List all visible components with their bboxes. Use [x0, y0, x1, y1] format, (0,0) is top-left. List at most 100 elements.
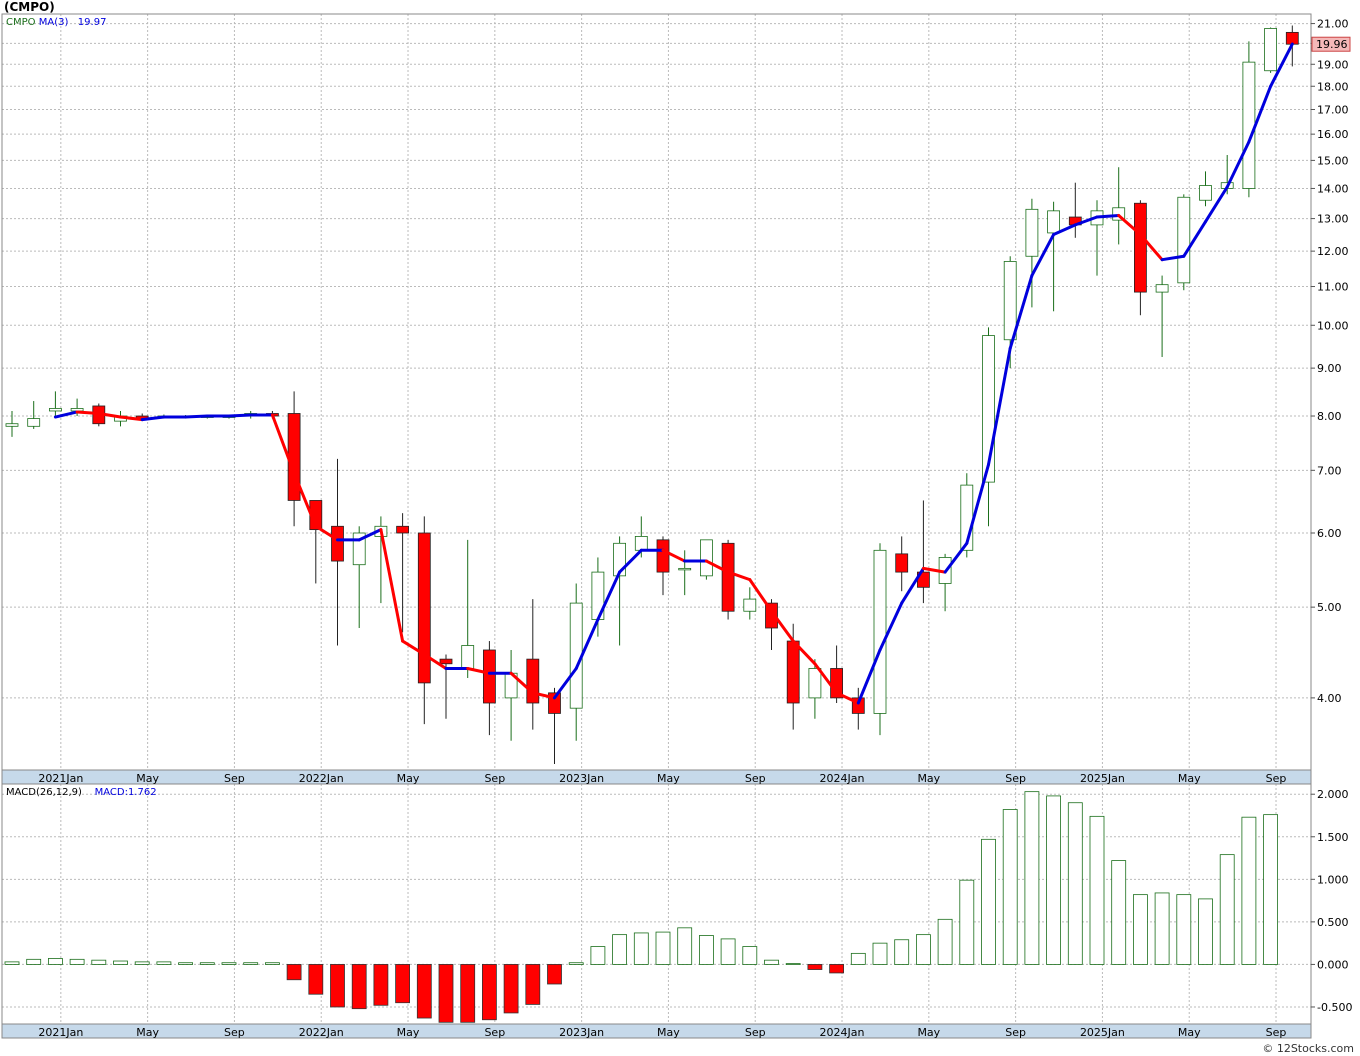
- candle-up: [1199, 185, 1212, 201]
- macd-bar-negative: [460, 964, 476, 1023]
- candle-down: [656, 539, 670, 573]
- price-legend-text: MA(3): [39, 17, 69, 28]
- macd-bar-positive: [1219, 854, 1235, 965]
- candle-down: [482, 649, 496, 704]
- x-tick-label: Sep: [1005, 772, 1026, 785]
- price-y-tick-label: 16.00: [1317, 128, 1349, 141]
- x-tick-label: May: [657, 772, 680, 785]
- macd-legend-text: MACD(26,12,9): [6, 787, 82, 798]
- macd-bar-positive: [91, 959, 107, 965]
- macd-bar-positive: [677, 927, 693, 965]
- candle-up: [1264, 28, 1277, 72]
- x-tick-label: 2025Jan: [1080, 1026, 1125, 1039]
- candle-up: [678, 567, 692, 571]
- x-tick-label: 2024Jan: [820, 772, 865, 785]
- price-y-tick-label: 14.00: [1317, 182, 1349, 195]
- candle-down: [331, 525, 344, 562]
- x-tick-label: Sep: [484, 1026, 505, 1039]
- macd-bar-positive: [69, 958, 85, 965]
- macd-bar-positive: [1198, 898, 1213, 965]
- macd-bar-positive: [264, 962, 280, 965]
- macd-bar-negative: [525, 964, 541, 1005]
- candle-up: [461, 645, 475, 669]
- candle-up: [27, 418, 41, 427]
- price-y-tick-label: 21.00: [1317, 18, 1349, 31]
- credit-text: © 12Stocks.com: [1262, 1042, 1354, 1055]
- macd-bar-positive: [894, 939, 910, 965]
- macd-bar-positive: [612, 934, 627, 965]
- x-tick-label: 2025Jan: [1080, 772, 1125, 785]
- price-y-tick-label: 10.00: [1317, 319, 1349, 332]
- macd-bar-positive: [1111, 860, 1127, 965]
- stock-chart: 2021Jan May Sep 2022Jan May Sep 2023Jan May Sep 2…: [0, 0, 1360, 1056]
- macd-bar-positive: [1176, 894, 1192, 965]
- macd-bar-positive: [26, 958, 42, 965]
- x-tick-label: May: [397, 772, 420, 785]
- macd-bar-positive: [937, 918, 953, 965]
- price-y-tick-label: 18.00: [1317, 80, 1349, 93]
- macd-bar-negative: [438, 964, 454, 1023]
- x-tick-label: Sep: [745, 1026, 766, 1039]
- x-tick-label: 2024Jan: [820, 1026, 865, 1039]
- macd-bar-positive: [4, 961, 20, 965]
- price-y-tick-label: 19.00: [1317, 58, 1349, 71]
- candle-down: [439, 658, 453, 665]
- macd-y-tick-label: 2.000: [1317, 788, 1349, 801]
- price-y-tick-label: 6.00: [1317, 527, 1342, 540]
- macd-bar-positive: [785, 963, 801, 965]
- macd-bar-negative: [395, 964, 411, 1004]
- macd-bar-positive: [720, 938, 736, 965]
- macd-bar-positive: [633, 932, 649, 965]
- macd-bar-negative: [308, 964, 324, 995]
- x-tick-label: May: [917, 1026, 940, 1039]
- x-tick-label: 2023Jan: [559, 772, 604, 785]
- macd-bar-positive: [178, 962, 194, 965]
- candle-down: [1285, 31, 1299, 45]
- x-tick-label: Sep: [484, 772, 505, 785]
- price-y-tick-label: 4.00: [1317, 692, 1342, 705]
- candle-down: [396, 525, 410, 534]
- last-price-label: 19.96: [1316, 38, 1348, 51]
- candle-down: [721, 542, 735, 612]
- ma-segment: [184, 414, 209, 419]
- x-tick-label: May: [1178, 772, 1201, 785]
- candle-up: [1047, 210, 1060, 234]
- price-y-tick-label: 9.00: [1317, 362, 1342, 375]
- macd-bar-positive: [742, 946, 758, 965]
- price-y-tick-label: 12.00: [1317, 245, 1349, 258]
- price-y-tick-label: 5.00: [1317, 601, 1342, 614]
- ma-segment: [1095, 213, 1121, 219]
- x-tick-label: May: [136, 772, 159, 785]
- x-tick-label: May: [136, 1026, 159, 1039]
- macd-bar-negative: [330, 964, 345, 1008]
- x-tick-label: 2022Jan: [299, 1026, 344, 1039]
- price-y-tick-label: 15.00: [1317, 154, 1349, 167]
- price-y-tick-label: 17.00: [1317, 103, 1349, 116]
- x-tick-label: 2021Jan: [38, 1026, 83, 1039]
- macd-legend-text: MACD:1.762: [95, 787, 157, 798]
- x-tick-label: Sep: [1005, 1026, 1026, 1039]
- candle-down: [526, 658, 540, 704]
- macd-bar-positive: [1154, 892, 1170, 965]
- macd-bar-positive: [850, 952, 866, 965]
- macd-bar-negative: [807, 964, 823, 970]
- macd-bar-positive: [916, 934, 931, 965]
- macd-y-tick-label: 1.000: [1317, 873, 1349, 886]
- macd-bar-positive: [156, 961, 172, 965]
- x-tick-label: Sep: [1266, 772, 1287, 785]
- macd-bar-negative: [503, 964, 519, 1014]
- x-tick-label: 2021Jan: [38, 772, 83, 785]
- macd-bar-positive: [113, 960, 128, 965]
- candle-down: [786, 640, 800, 704]
- x-tick-label: May: [657, 1026, 680, 1039]
- macd-y-tick-label: 0.500: [1317, 916, 1349, 929]
- macd-bar-positive: [1241, 816, 1257, 965]
- candle-up: [634, 536, 648, 551]
- candle-up: [1025, 208, 1039, 257]
- macd-bar-positive: [590, 946, 606, 965]
- candle-down: [1134, 202, 1147, 293]
- x-tick-label: May: [1178, 1026, 1201, 1039]
- macd-bar-positive: [1089, 815, 1105, 965]
- macd-bar-negative: [547, 964, 562, 985]
- x-tick-label: May: [397, 1026, 420, 1039]
